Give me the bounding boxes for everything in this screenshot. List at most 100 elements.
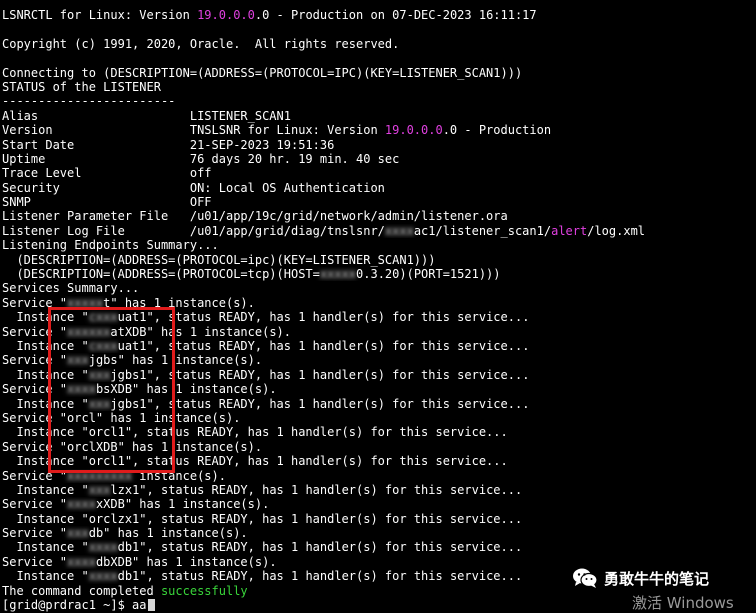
terminal-text: Service " xyxy=(2,468,68,483)
terminal-line: (DESCRIPTION=(ADDRESS=(PROTOCOL=tcp)(HOS… xyxy=(2,267,752,281)
redacted-text: xxxx xyxy=(88,540,118,555)
terminal-text: db1", status READY, has 1 handler(s) for… xyxy=(117,540,523,555)
terminal-text: Security ON: Local OS Authentication xyxy=(2,180,385,195)
terminal-line: Instance "xxxlzx1", status READY, has 1 … xyxy=(2,483,752,497)
terminal-text: Uptime 76 days 20 hr. 19 min. 40 sec xyxy=(2,151,400,166)
terminal-line: Copyright (c) 1991, 2020, Oracle. All ri… xyxy=(2,37,752,51)
terminal-line: Service "orcl" has 1 instance(s). xyxy=(2,411,752,425)
terminal-line: Services Summary... xyxy=(2,281,752,295)
terminal-text: Service "orclXDB" has 1 instance(s). xyxy=(2,439,263,454)
redacted-text: xxxx xyxy=(67,497,96,512)
redacted-text: xxxx xyxy=(67,382,96,397)
terminal-line: Listening Endpoints Summary... xyxy=(2,238,752,252)
redacted-text: xxxxxx xyxy=(67,324,111,339)
redacted-text: xxx xyxy=(88,396,111,411)
terminal-line: Connecting to (DESCRIPTION=(ADDRESS=(PRO… xyxy=(2,66,752,80)
terminal-line: Instance "cxxxuat1", status READY, has 1… xyxy=(2,339,752,353)
terminal-text: (DESCRIPTION=(ADDRESS=(PROTOCOL=tcp)(HOS… xyxy=(2,267,320,282)
terminal-text: Listener Log File /u01/app/grid/diag/tns… xyxy=(2,223,385,238)
terminal-text: Connecting to (DESCRIPTION=(ADDRESS=(PRO… xyxy=(2,65,523,80)
terminal-text: Listener Parameter File /u01/app/19c/gri… xyxy=(2,209,508,224)
terminal-text: The command completed xyxy=(2,583,161,598)
terminal-text: db1", status READY, has 1 handler(s) for… xyxy=(117,569,523,584)
terminal-text: db" has 1 instance(s). xyxy=(88,526,248,541)
terminal-text: Listening Endpoints Summary... xyxy=(2,238,219,253)
terminal-text: Version TNSLSNR for Linux: Version xyxy=(2,123,385,138)
redacted-text: xxx xyxy=(88,482,111,497)
terminal-text: uat1", status READY, has 1 handler(s) fo… xyxy=(117,310,530,325)
terminal-text: dbXDB" has 1 instance(s). xyxy=(95,554,277,569)
terminal-text: LSNRCTL for Linux: Version xyxy=(2,8,198,22)
terminal-output: LSNRCTL for Linux: Version 19.0.0.0.0 - … xyxy=(2,8,752,612)
terminal-text: Trace Level off xyxy=(2,166,212,181)
terminal-line: Instance "xxxxdb1", status READY, has 1 … xyxy=(2,540,752,554)
terminal-text: Instance " xyxy=(2,540,89,555)
terminal-text: atXDB" has 1 instance(s). xyxy=(110,324,292,339)
terminal-text: Alias LISTENER_SCAN1 xyxy=(2,108,291,123)
terminal-line: Start Date 21-SEP-2023 19:51:36 xyxy=(2,138,752,152)
terminal-line: LSNRCTL for Linux: Version 19.0.0.0.0 - … xyxy=(2,8,752,22)
terminal-line: Instance "orclzx1", status READY, has 1 … xyxy=(2,512,752,526)
terminal-text: Copyright (c) 1991, 2020, Oracle. All ri… xyxy=(2,36,400,51)
watermark-text: 勇敢牛牛的笔记 xyxy=(604,569,710,588)
wechat-icon xyxy=(573,568,598,588)
terminal-text: Instance " xyxy=(2,396,89,411)
terminal-line: Service "xxxxxxxxx instance(s). xyxy=(2,469,752,483)
terminal-line: Version TNSLSNR for Linux: Version 19.0.… xyxy=(2,123,752,137)
terminal-line: Service "xxxxbsXDB" has 1 instance(s). xyxy=(2,382,752,396)
terminal-text: Instance " xyxy=(2,310,89,325)
redacted-text: xxx xyxy=(88,367,111,382)
terminal-text: Instance " xyxy=(2,367,89,382)
terminal-line: Alias LISTENER_SCAN1 xyxy=(2,109,752,123)
terminal-text: ac1/listener_scan1/ xyxy=(413,223,552,238)
redacted-text: xxxxx xyxy=(319,267,357,282)
terminal-text: STATUS of the LISTENER xyxy=(2,79,161,94)
terminal-line: (DESCRIPTION=(ADDRESS=(PROTOCOL=ipc)(KEY… xyxy=(2,253,752,267)
terminal-line: SNMP OFF xyxy=(2,195,752,209)
terminal-text: Instance " xyxy=(2,569,89,584)
redacted-text: xxxxx xyxy=(67,295,104,310)
terminal-text: Service "orcl" has 1 instance(s). xyxy=(2,410,241,425)
terminal-text: Instance " xyxy=(2,482,89,497)
terminal-line: ------------------------ xyxy=(2,94,752,108)
terminal-text: jgbs1", status READY, has 1 handler(s) f… xyxy=(110,367,530,382)
redacted-text: xxx xyxy=(67,353,89,368)
highlighted-text: 19.0.0.0 xyxy=(384,123,443,138)
terminal-text: /log.xml xyxy=(587,223,646,238)
redacted-text: xxxx xyxy=(67,554,96,569)
terminal-line: Service "orclXDB" has 1 instance(s). xyxy=(2,440,752,454)
redacted-text: cxxx xyxy=(88,338,118,353)
terminal-text: Service " xyxy=(2,526,68,541)
redacted-text: xxxx xyxy=(384,223,414,238)
terminal-line: Service "xxxdb" has 1 instance(s). xyxy=(2,526,752,540)
terminal-text: Service " xyxy=(2,497,68,512)
terminal-text: ------------------------ xyxy=(2,94,176,109)
terminal-line: Listener Log File /u01/app/grid/diag/tns… xyxy=(2,224,752,238)
terminal-window[interactable]: LSNRCTL for Linux: Version 19.0.0.0.0 - … xyxy=(0,0,756,613)
terminal-text: Instance "orcl1", status READY, has 1 ha… xyxy=(2,454,508,469)
terminal-text: Service " xyxy=(2,324,68,339)
terminal-text: Start Date 21-SEP-2023 19:51:36 xyxy=(2,137,335,152)
terminal-text: [grid@prdrac1 ~]$ aa xyxy=(2,598,147,613)
terminal-line: Instance "xxxjgbs1", status READY, has 1… xyxy=(2,368,752,382)
highlighted-text: 19.0.0.0 xyxy=(197,8,255,22)
terminal-text: lzx1", status READY, has 1 handler(s) fo… xyxy=(110,482,523,497)
terminal-line: STATUS of the LISTENER xyxy=(2,80,752,94)
success-text: successfully xyxy=(160,583,248,598)
watermark: 勇敢牛牛的笔记 xyxy=(572,566,709,590)
terminal-line: Instance "xxxjgbs1", status READY, has 1… xyxy=(2,397,752,411)
terminal-cursor xyxy=(147,599,155,612)
terminal-text: jgbs" has 1 instance(s). xyxy=(88,353,263,368)
redacted-text: xxx xyxy=(67,526,89,541)
terminal-line: Service "xxxjgbs" has 1 instance(s). xyxy=(2,353,752,367)
terminal-text: Service " xyxy=(2,353,68,368)
terminal-text: jgbs1", status READY, has 1 handler(s) f… xyxy=(110,396,530,411)
terminal-text: Instance " xyxy=(2,338,89,353)
terminal-text: .0 - Production xyxy=(442,123,552,138)
terminal-text: t" has 1 instance(s). xyxy=(103,295,255,310)
terminal-text: Instance "orclzx1", status READY, has 1 … xyxy=(2,511,523,526)
redacted-text: cxxx xyxy=(88,310,118,325)
terminal-text: uat1", status READY, has 1 handler(s) fo… xyxy=(117,338,530,353)
terminal-text: instance(s). xyxy=(132,468,226,483)
